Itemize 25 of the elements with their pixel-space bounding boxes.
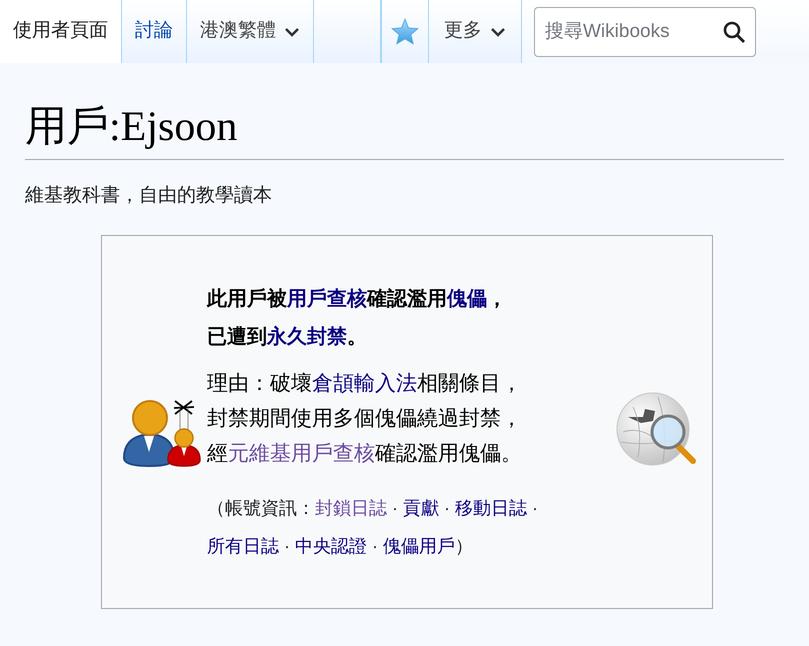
link[interactable]: 中央認證 [295, 536, 367, 556]
language-dropdown[interactable]: 港澳繁體 [187, 0, 314, 63]
link[interactable]: 所有日誌 [207, 536, 279, 556]
account-info: （帳號資訊：封鎖日誌 · 貢獻 · 移動日誌 · 所有日誌 · 中央認證 · 傀儡用戶） [207, 497, 539, 558]
block-reason: 理由：破壞倉頡輸入法相關條目， 封禁期間使用多個傀儡繞過封禁， 經元維基用戶查核確認濫用傀儡。 [207, 371, 523, 467]
link[interactable]: 元維基用戶查核 [228, 442, 375, 465]
link[interactable]: 傀儡 [447, 288, 487, 310]
page-subtitle: 維基教科書，自由的教學讀本 [25, 184, 273, 208]
chevron-down-icon [490, 26, 506, 36]
watch-star-button[interactable] [381, 0, 429, 63]
chevron-down-icon [284, 26, 300, 36]
link[interactable]: 倉頡輸入法 [312, 372, 417, 395]
link[interactable]: 移動日誌 [455, 498, 527, 518]
link[interactable]: 傀儡用戶 [383, 536, 455, 556]
search-field[interactable]: 搜尋Wikibooks [534, 6, 756, 56]
star-icon [391, 18, 419, 45]
link[interactable]: 用戶查核 [287, 288, 367, 310]
page-title: 用戶:Ejsoon [25, 99, 784, 160]
link[interactable]: 貢獻 [403, 498, 439, 518]
more-dropdown[interactable]: 更多 [429, 0, 522, 63]
link[interactable]: 封鎖日誌 [315, 498, 387, 518]
link[interactable]: 永久封禁 [267, 326, 347, 348]
search-icon[interactable] [722, 20, 746, 44]
notice-headline: 此用戶被用戶查核確認濫用傀儡， 已遭到永久封禁。 [207, 286, 508, 350]
tab[interactable]: 討論 [122, 0, 187, 63]
